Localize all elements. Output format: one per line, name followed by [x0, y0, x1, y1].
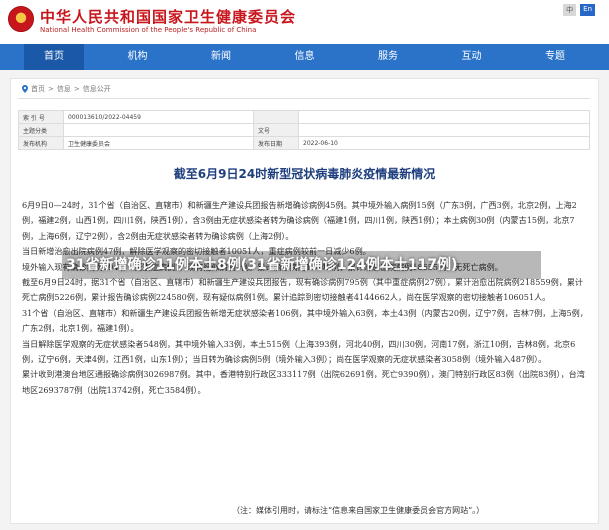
site-title[interactable]: 中华人民共和国国家卫生健康委员会: [40, 6, 296, 27]
article-body: 6月9日0—24时，31个省（自治区、直辖市）和新疆生产建设兵团报告新增确诊病例…: [22, 198, 588, 398]
nav-item-home[interactable]: 首页: [24, 44, 84, 70]
breadcrumb-link-information[interactable]: 信息: [57, 84, 71, 94]
meta-index-value: 000013610/2022-04459: [63, 110, 254, 124]
breadcrumb-separator: >: [73, 85, 80, 93]
nav-item-interaction[interactable]: 互动: [442, 44, 502, 70]
site-header: 中华人民共和国国家卫生健康委员会 National Health Commiss…: [0, 0, 609, 44]
nav-item-organization[interactable]: 机构: [108, 44, 168, 70]
nav-item-news[interactable]: 新闻: [191, 44, 251, 70]
meta-empty-label: [253, 110, 299, 124]
article-paragraph: 截至6月9日24时，据31个省（自治区、直辖市）和新疆生产建设兵团报告，现有确诊…: [22, 277, 584, 303]
breadcrumb-link-disclosure[interactable]: 信息公开: [83, 84, 111, 94]
document-meta-table: 索 引 号 000013610/2022-04459 主题分类 文号 发布机构 …: [18, 110, 590, 150]
language-switcher: 中 En: [563, 4, 595, 16]
meta-date-label: 发布日期: [253, 136, 299, 150]
nav-item-information[interactable]: 信息: [275, 44, 335, 70]
meta-docno-value: [298, 123, 590, 137]
meta-empty-value: [298, 110, 590, 124]
meta-issuer-value: 卫生健康委员会: [63, 136, 254, 150]
lang-link-english[interactable]: En: [580, 4, 595, 16]
breadcrumb: 首页 > 信息 > 信息公开: [22, 84, 111, 94]
nav-item-topics[interactable]: 专题: [525, 44, 585, 70]
national-emblem-icon: [8, 6, 34, 32]
main-nav: 首页 机构 新闻 信息 服务 互动 专题: [0, 44, 609, 70]
caption-overlay-text: 31省新增确诊11例本土8例(31省新增确诊124例本土117例): [66, 257, 458, 273]
meta-issuer-label: 发布机构: [18, 136, 64, 150]
article-paragraph: 6月9日0—24时，31个省（自治区、直辖市）和新疆生产建设兵团报告新增确诊病例…: [22, 200, 577, 241]
breadcrumb-separator: >: [48, 85, 54, 93]
article-paragraph: 31个省（自治区、直辖市）和新疆生产建设兵团报告新增无症状感染者106例，其中境…: [22, 307, 588, 334]
article-title: 截至6月9日24时新型冠状病毒肺炎疫情最新情况: [173, 167, 436, 181]
meta-date-value: 2022-06-10: [298, 136, 590, 150]
meta-category-label: 主题分类: [18, 123, 64, 137]
article-paragraph: 当日解除医学观察的无症状感染者548例，其中境外输入33例，本土515例（上海3…: [22, 338, 576, 365]
meta-category-value: [63, 123, 254, 137]
site-subtitle: National Health Commission of the People…: [40, 26, 257, 34]
meta-index-label: 索 引 号: [18, 110, 64, 124]
article-paragraph: 累计收到港澳台地区通报确诊病例3026987例。其中，香港特别行政区333117…: [22, 369, 585, 395]
divider: [18, 98, 590, 99]
nav-item-services[interactable]: 服务: [358, 44, 418, 70]
location-pin-icon: [22, 85, 28, 93]
lang-link-chinese[interactable]: 中: [563, 4, 577, 16]
meta-docno-label: 文号: [253, 123, 299, 137]
breadcrumb-link-home[interactable]: 首页: [31, 84, 45, 94]
citation-note: （注：媒体引用时，请标注“信息来自国家卫生健康委员会官方网站”。）: [232, 506, 485, 515]
